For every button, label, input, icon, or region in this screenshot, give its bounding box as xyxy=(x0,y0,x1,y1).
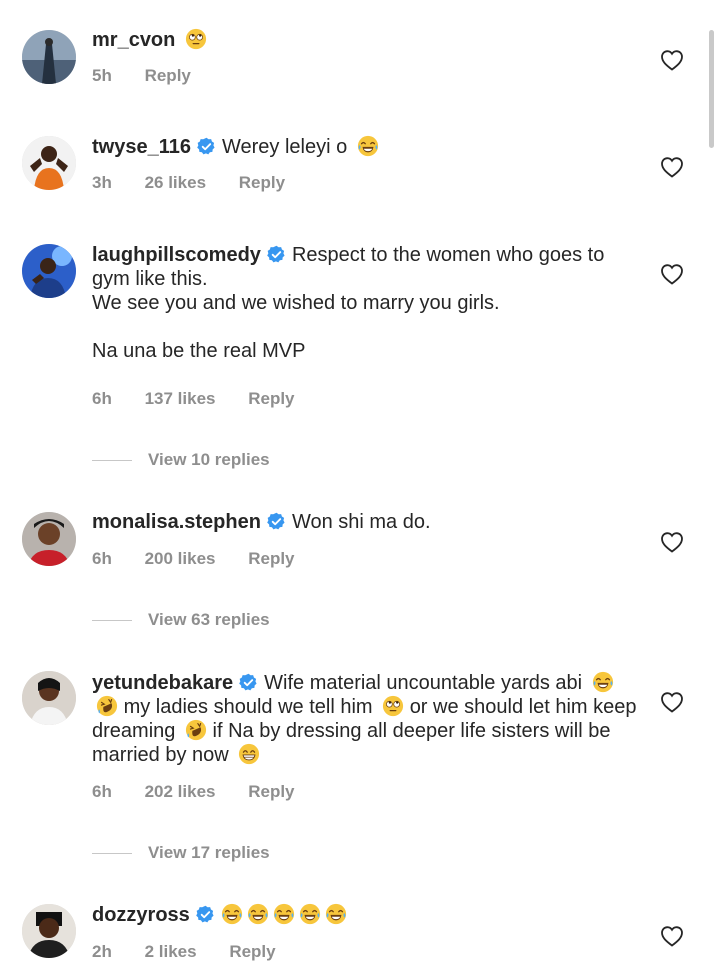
heart-outline-icon[interactable] xyxy=(660,49,684,71)
verified-badge-icon xyxy=(197,137,216,156)
divider-line xyxy=(92,460,132,462)
username[interactable]: twyse_116 xyxy=(92,136,191,158)
comment-time: 3h xyxy=(92,173,112,192)
heart-outline-icon[interactable] xyxy=(660,156,684,178)
comment-body: yetundebakare Wife material uncountable y… xyxy=(92,671,637,767)
comment-body: laughpillscomedy Respect to the women who… xyxy=(92,243,637,363)
username[interactable]: monalisa.stephen xyxy=(92,511,261,533)
comment-text: twyse_116 Werey leleyi o xyxy=(92,135,637,159)
username[interactable]: yetundebakare xyxy=(92,672,233,694)
username[interactable]: laughpillscomedy xyxy=(92,244,261,266)
heart-outline-icon[interactable] xyxy=(660,925,684,947)
comment-text: mr_cvon xyxy=(92,28,637,52)
reply-button[interactable]: Reply xyxy=(239,173,285,192)
tears-of-joy-emoji-icon xyxy=(357,135,379,157)
comment-text: dozzyross xyxy=(92,903,637,927)
tears-of-joy-emoji-icon xyxy=(592,671,614,693)
comment-meta: 6h 202 likes Reply xyxy=(92,782,323,802)
avatar[interactable] xyxy=(22,671,76,725)
verified-badge-icon xyxy=(196,905,215,924)
comment-time: 5h xyxy=(92,66,112,85)
comment-content-part: Wife material uncountable yards abi xyxy=(264,672,583,694)
view-replies-button[interactable]: View 10 replies xyxy=(92,450,270,470)
view-replies-button[interactable]: View 63 replies xyxy=(92,610,270,630)
comment-meta: 3h 26 likes Reply xyxy=(92,173,313,193)
heart-outline-icon[interactable] xyxy=(660,263,684,285)
view-replies-label: View 17 replies xyxy=(148,843,270,862)
tears-of-joy-emoji-icon xyxy=(247,903,269,925)
tears-of-joy-emoji-icon xyxy=(221,903,243,925)
tears-of-joy-emoji-icon xyxy=(325,903,347,925)
grinning-emoji-icon xyxy=(238,743,260,765)
username[interactable]: mr_cvon xyxy=(92,29,175,51)
comment-content: Won shi ma do. xyxy=(291,511,431,533)
rolling-eyes-emoji-icon xyxy=(185,28,207,50)
username[interactable]: dozzyross xyxy=(92,904,190,926)
comment-body: mr_cvon xyxy=(92,28,637,52)
like-count[interactable]: 137 likes xyxy=(145,389,216,408)
like-count[interactable]: 200 likes xyxy=(145,549,216,568)
comment-text: yetundebakare Wife material uncountable y… xyxy=(92,671,637,767)
comment-time: 2h xyxy=(92,942,112,961)
like-count[interactable]: 2 likes xyxy=(145,942,197,961)
comment-body: dozzyross xyxy=(92,903,637,927)
avatar[interactable] xyxy=(22,136,76,190)
avatar[interactable] xyxy=(22,30,76,84)
verified-badge-icon xyxy=(267,512,286,531)
view-replies-label: View 10 replies xyxy=(148,450,270,469)
comment-time: 6h xyxy=(92,389,112,408)
comment-body: twyse_116 Werey leleyi o xyxy=(92,135,637,159)
comment-body: monalisa.stephen Won shi ma do. xyxy=(92,510,637,534)
rolling-on-floor-laughing-emoji-icon xyxy=(185,719,207,741)
like-count[interactable]: 202 likes xyxy=(145,782,216,801)
reply-button[interactable]: Reply xyxy=(248,549,294,568)
reply-button[interactable]: Reply xyxy=(248,782,294,801)
avatar[interactable] xyxy=(22,244,76,298)
comment-time: 6h xyxy=(92,549,112,568)
reply-button[interactable]: Reply xyxy=(248,389,294,408)
avatar[interactable] xyxy=(22,512,76,566)
comment-text: monalisa.stephen Won shi ma do. xyxy=(92,510,637,534)
view-replies-button[interactable]: View 17 replies xyxy=(92,843,270,863)
comment-text: laughpillscomedy Respect to the women who… xyxy=(92,243,637,363)
comment-content-part: my ladies should we tell him xyxy=(123,696,373,718)
comment-meta: 5h Reply xyxy=(92,66,219,86)
comment-content: Werey leleyi o xyxy=(221,136,348,158)
view-replies-label: View 63 replies xyxy=(148,610,270,629)
comment-meta: 6h 137 likes Reply xyxy=(92,389,323,409)
avatar[interactable] xyxy=(22,904,76,958)
comment-meta: 6h 200 likes Reply xyxy=(92,549,323,569)
like-count[interactable]: 26 likes xyxy=(145,173,206,192)
divider-line xyxy=(92,853,132,855)
divider-line xyxy=(92,620,132,622)
heart-outline-icon[interactable] xyxy=(660,691,684,713)
comment-time: 6h xyxy=(92,782,112,801)
rolling-on-floor-laughing-emoji-icon xyxy=(96,695,118,717)
comment-meta: 2h 2 likes Reply xyxy=(92,942,304,962)
tears-of-joy-emoji-icon xyxy=(299,903,321,925)
verified-badge-icon xyxy=(239,673,258,692)
heart-outline-icon[interactable] xyxy=(660,531,684,553)
tears-of-joy-emoji-icon xyxy=(273,903,295,925)
scrollbar[interactable] xyxy=(709,30,714,148)
reply-button[interactable]: Reply xyxy=(229,942,275,961)
verified-badge-icon xyxy=(267,245,286,264)
rolling-eyes-emoji-icon xyxy=(382,695,404,717)
reply-button[interactable]: Reply xyxy=(145,66,191,85)
